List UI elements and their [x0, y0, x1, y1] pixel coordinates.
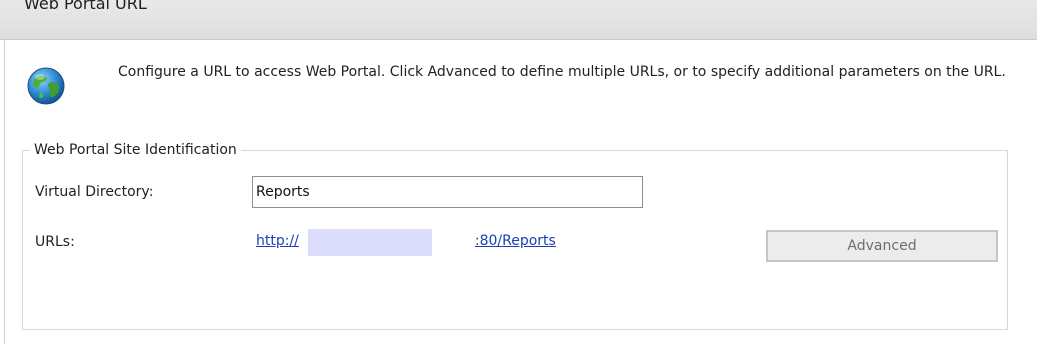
page-header: Web Portal URL: [0, 0, 1037, 40]
url-prefix: http://: [256, 233, 299, 249]
virtual-directory-input[interactable]: [252, 176, 643, 208]
virtual-directory-label: Virtual Directory:: [35, 184, 154, 200]
page-title: Web Portal URL: [24, 0, 147, 13]
site-identification-legend: Web Portal Site Identification: [30, 140, 241, 160]
panel-left-border: [4, 39, 5, 344]
url-redaction: [308, 229, 432, 256]
intro-description: Configure a URL to access Web Portal. Cl…: [118, 64, 1006, 80]
url-suffix: :80/Reports: [474, 233, 556, 249]
web-portal-url-page: Web Portal URL Configure a URL to access…: [0, 0, 1037, 344]
advanced-button[interactable]: Advanced: [766, 230, 998, 262]
globe-icon: [26, 66, 66, 106]
urls-label: URLs:: [35, 234, 75, 250]
